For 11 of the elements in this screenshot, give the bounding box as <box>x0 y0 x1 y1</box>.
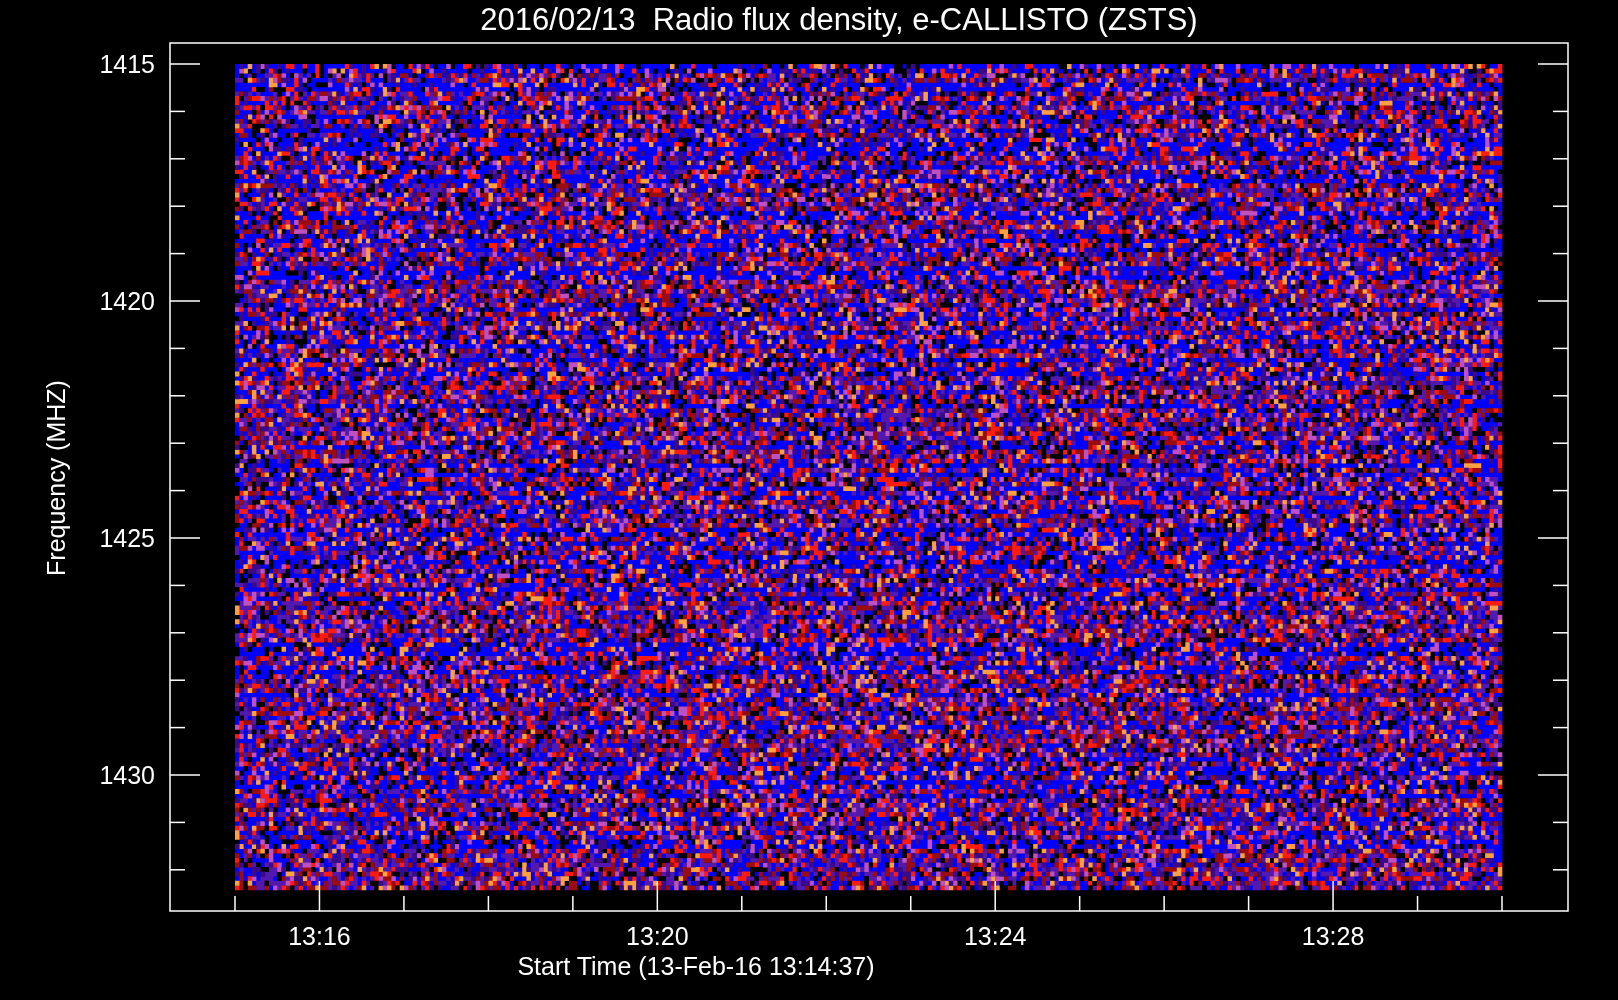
y-tick-label: 1425 <box>99 524 155 552</box>
chart-title: 2016/02/13 Radio flux density, e-CALLISTO (ZSTS) <box>480 2 1198 37</box>
y-tick-label: 1430 <box>99 761 155 789</box>
x-tick-label: 13:28 <box>1301 922 1365 950</box>
x-axis-label: Start Time (13-Feb-16 13:14:37) <box>517 952 875 980</box>
x-tick-label: 13:16 <box>288 922 351 950</box>
x-tick-label: 13:20 <box>626 922 689 950</box>
y-axis-label: Frequency (MHZ) <box>42 380 70 576</box>
y-tick-label: 1415 <box>99 50 155 78</box>
y-tick-label: 1420 <box>99 287 155 315</box>
x-tick-label: 13:24 <box>963 922 1027 950</box>
